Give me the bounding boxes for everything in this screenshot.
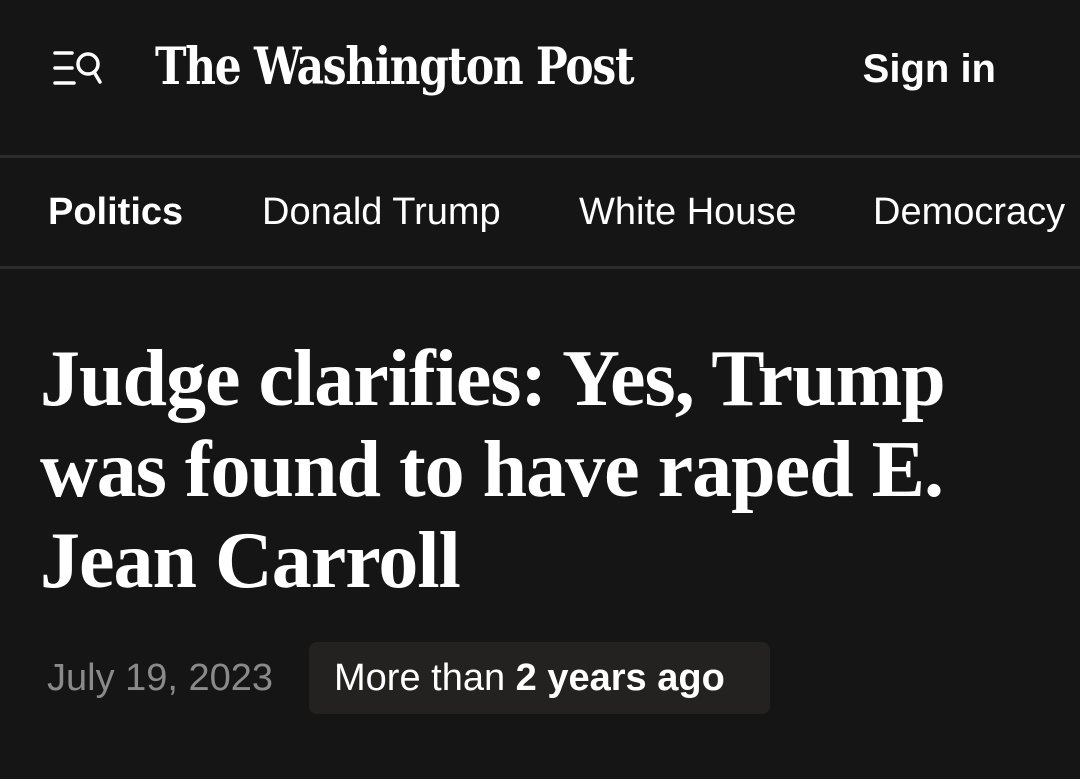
nav-item-donald-trump[interactable]: Donald Trump — [262, 188, 501, 236]
site-logo[interactable]: The Washington Post — [155, 32, 635, 102]
age-value: 2 years ago — [515, 657, 725, 699]
menu-search-button[interactable] — [52, 46, 104, 90]
section-nav: Politics Donald Trump White House Democr… — [0, 158, 1080, 269]
nav-item-white-house[interactable]: White House — [579, 188, 797, 236]
article-age-badge: More than 2 years ago — [309, 642, 770, 714]
nav-item-politics[interactable]: Politics — [48, 188, 183, 236]
sign-in-link[interactable]: Sign in — [863, 44, 996, 94]
menu-search-icon — [53, 51, 102, 85]
nav-item-democracy[interactable]: Democracy — [873, 188, 1065, 236]
article-headline: Judge clarifies: Yes, Trump was found to… — [40, 335, 946, 605]
article-date: July 19, 2023 — [47, 657, 274, 699]
age-prefix: More than — [334, 657, 516, 699]
top-header: The Washington Post Sign in — [0, 0, 1080, 158]
